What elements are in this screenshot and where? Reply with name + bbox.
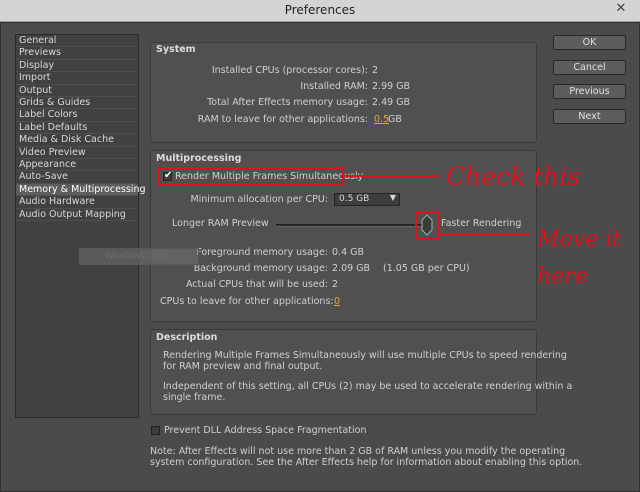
sidebar-category-list[interactable]: General Previews Display Import Output G… xyxy=(15,34,146,418)
slider-right-label: Faster Rendering xyxy=(441,218,522,229)
fg-mem-value: 0.4 GB xyxy=(332,247,365,258)
snip-watermark: Windows Snip xyxy=(79,248,199,265)
window-title: Preferences xyxy=(284,3,356,17)
description-text-2a: Independent of this setting, all CPUs (2… xyxy=(163,381,573,392)
sidebar-item-appearance[interactable]: Appearance xyxy=(16,159,138,172)
note-text-2: system configuration. See the After Effe… xyxy=(150,457,583,468)
next-button[interactable]: Next xyxy=(553,109,626,124)
ok-button[interactable]: OK xyxy=(553,35,626,50)
annotation-line-move xyxy=(439,233,529,235)
installed-cpus-label: Installed CPUs (processor cores): xyxy=(211,65,368,76)
actual-cpus-value: 2 xyxy=(332,279,339,290)
total-memory-label: Total After Effects memory usage: xyxy=(207,97,368,108)
description-text-1a: Rendering Multiple Frames Simultaneously… xyxy=(163,350,567,361)
system-heading: System xyxy=(156,44,196,55)
ram-leave-label: RAM to leave for other applications: xyxy=(197,114,368,125)
sidebar-item-auto-save[interactable]: Auto-Save xyxy=(16,171,138,184)
sidebar-item-label-colors[interactable]: Label Colors xyxy=(16,109,138,122)
cancel-button[interactable]: Cancel xyxy=(553,60,626,75)
sidebar-item-general[interactable]: General xyxy=(16,35,138,48)
highlight-box-checkbox xyxy=(157,167,344,185)
cpus-leave-label: CPUs to leave for other applications: xyxy=(160,296,334,307)
sidebar-item-output[interactable]: Output xyxy=(16,85,138,97)
highlight-box-slider xyxy=(415,211,439,240)
sidebar-item-import[interactable]: Import xyxy=(16,72,138,85)
bg-mem-value: 2.09 GB xyxy=(332,263,371,274)
annotation-line-check xyxy=(344,175,439,177)
sidebar-item-display[interactable]: Display xyxy=(16,60,138,73)
cpus-leave-value[interactable]: 0 xyxy=(334,296,340,307)
title-bar: Preferences ✕ xyxy=(0,0,640,22)
note-text-1: Note: After Effects will not use more th… xyxy=(150,446,566,457)
installed-cpus-value: 2 xyxy=(372,65,379,76)
multiprocessing-heading: Multiprocessing xyxy=(156,153,242,164)
description-text-2b: single frame. xyxy=(163,392,226,403)
sidebar-item-audio-output-mapping[interactable]: Audio Output Mapping xyxy=(16,209,138,221)
annotation-check-this: Check this xyxy=(446,162,581,191)
prevent-dll-checkbox[interactable] xyxy=(151,426,160,435)
installed-ram-label: Installed RAM: xyxy=(300,81,368,92)
sidebar-item-grids-guides[interactable]: Grids & Guides xyxy=(16,97,138,110)
total-memory-value: 2.49 GB xyxy=(372,97,411,108)
ram-rendering-slider[interactable] xyxy=(276,224,424,227)
annotation-here: here xyxy=(537,264,588,289)
sidebar-item-memory-multiprocessing[interactable]: Memory & Multiprocessing xyxy=(16,183,146,197)
min-alloc-label: Minimum allocation per CPU: xyxy=(190,194,328,205)
sidebar-item-media-disk-cache[interactable]: Media & Disk Cache xyxy=(16,134,138,147)
installed-ram-value: 2.99 GB xyxy=(372,81,411,92)
sidebar-item-video-preview[interactable]: Video Preview xyxy=(16,147,138,159)
chevron-down-icon: ▼ xyxy=(389,193,396,202)
close-icon[interactable]: ✕ xyxy=(608,0,634,18)
prevent-dll-label[interactable]: Prevent DLL Address Space Fragmentation xyxy=(164,425,366,436)
description-text-1b: for RAM preview and final output. xyxy=(163,361,323,372)
sidebar-item-label-defaults[interactable]: Label Defaults xyxy=(16,122,138,135)
ram-leave-value[interactable]: 0.5 xyxy=(374,114,389,125)
min-alloc-dropdown[interactable]: 0.5 GB ▼ xyxy=(334,193,400,206)
previous-button[interactable]: Previous xyxy=(553,84,626,99)
ram-leave-unit: GB xyxy=(388,114,402,125)
sidebar-item-audio-hardware[interactable]: Audio Hardware xyxy=(16,196,138,209)
annotation-move-it: Move it xyxy=(537,227,622,252)
system-section xyxy=(150,42,537,143)
description-heading: Description xyxy=(156,332,218,343)
bg-mem-per-cpu: (1.05 GB per CPU) xyxy=(383,263,470,274)
sidebar-item-previews[interactable]: Previews xyxy=(16,47,138,60)
actual-cpus-label: Actual CPUs that will be used: xyxy=(185,279,328,290)
slider-left-label: Longer RAM Preview xyxy=(172,218,269,229)
min-alloc-value: 0.5 GB xyxy=(339,194,370,204)
